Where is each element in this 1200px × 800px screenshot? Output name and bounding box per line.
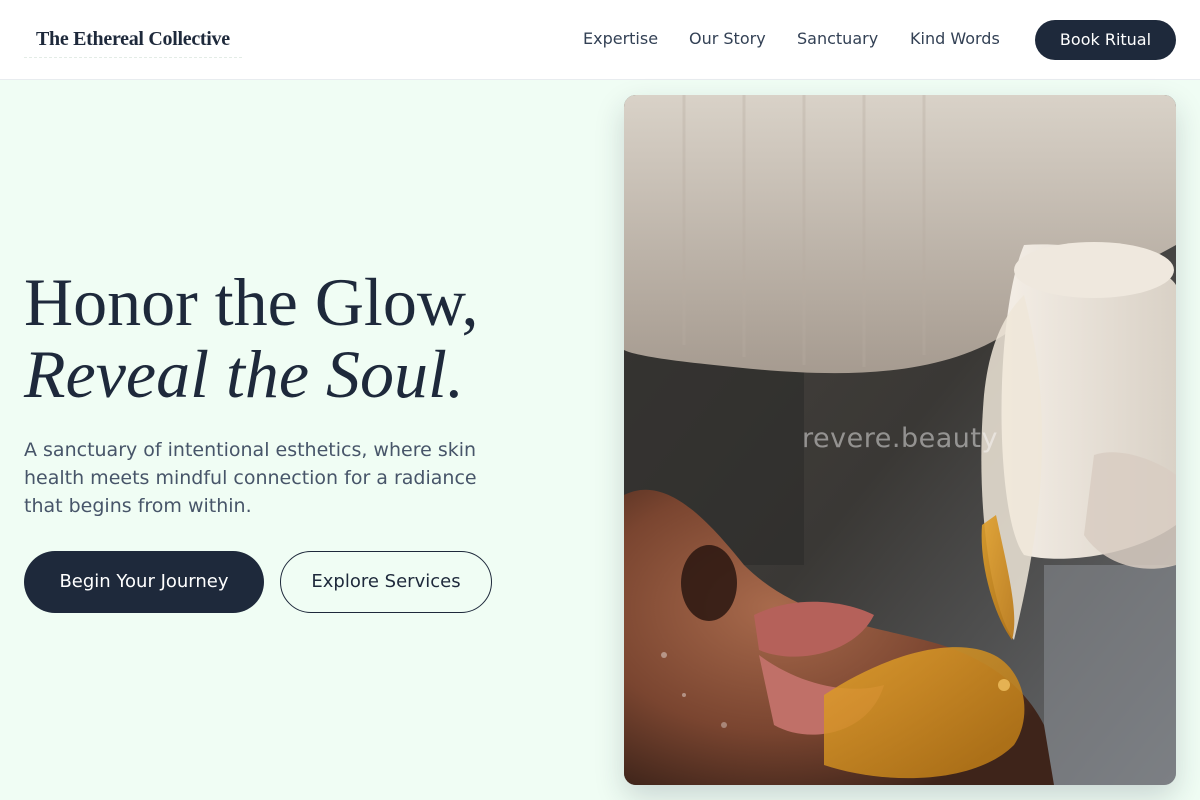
hero-headline-line1: Honor the Glow,: [24, 264, 479, 340]
hero-image: revere.beauty: [624, 95, 1176, 785]
brand-logo[interactable]: The Ethereal Collective: [24, 22, 242, 58]
nav-link-kind-words[interactable]: Kind Words: [910, 29, 1000, 49]
nav-link-expertise[interactable]: Expertise: [583, 29, 658, 49]
book-ritual-button[interactable]: Book Ritual: [1035, 20, 1176, 60]
nav-link-sanctuary[interactable]: Sanctuary: [797, 29, 878, 49]
begin-journey-button[interactable]: Begin Your Journey: [24, 551, 264, 613]
hero-headline: Honor the Glow, Reveal the Soul.: [24, 266, 584, 410]
explore-services-button[interactable]: Explore Services: [280, 551, 492, 613]
hero-headline-line2: Reveal the Soul.: [24, 336, 464, 412]
hero-subtext: A sanctuary of intentional esthetics, wh…: [24, 439, 477, 517]
top-navbar: The Ethereal Collective Expertise Our St…: [0, 0, 1200, 80]
nav-link-our-story[interactable]: Our Story: [689, 29, 766, 49]
image-watermark: revere.beauty: [802, 423, 998, 454]
